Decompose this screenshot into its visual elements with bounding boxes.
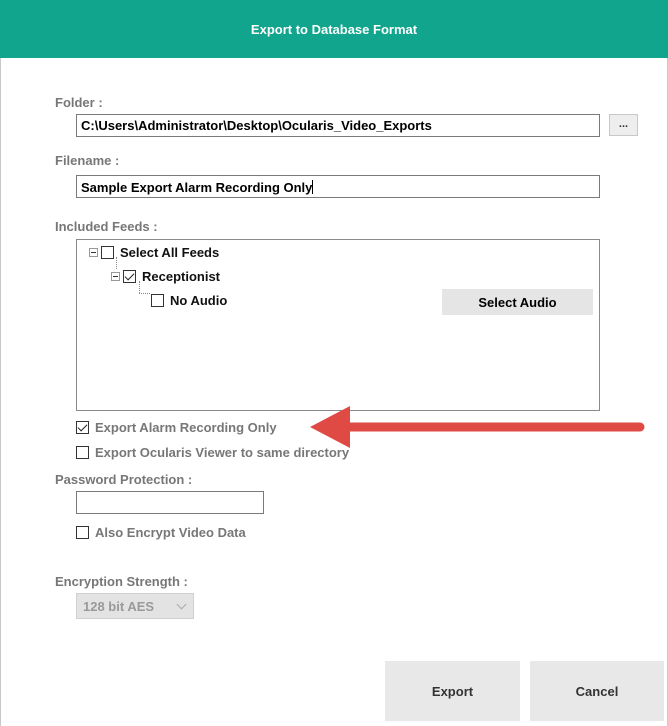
no-audio-label: No Audio (170, 293, 228, 308)
cancel-button[interactable]: Cancel (530, 661, 664, 721)
tree-row-receptionist[interactable]: Receptionist (111, 269, 220, 284)
folder-input[interactable]: C:\Users\Administrator\Desktop\Ocularis_… (76, 114, 600, 137)
title-bar: Export to Database Format (0, 0, 668, 58)
folder-label: Folder : (55, 95, 103, 110)
encrypt-video-label: Also Encrypt Video Data (95, 525, 246, 540)
alarm-only-option[interactable]: Export Alarm Recording Only (76, 420, 277, 435)
encryption-strength-label: Encryption Strength : (55, 574, 188, 589)
collapse-icon[interactable] (111, 272, 120, 281)
select-all-checkbox[interactable] (101, 246, 114, 259)
no-audio-checkbox[interactable] (151, 294, 164, 307)
tree-connector (116, 257, 117, 269)
receptionist-checkbox[interactable] (123, 270, 136, 283)
select-all-label: Select All Feeds (120, 245, 220, 260)
tree-connector (139, 293, 150, 294)
export-button[interactable]: Export (385, 661, 520, 721)
filename-input[interactable]: Sample Export Alarm Recording Only (76, 175, 600, 198)
filename-value: Sample Export Alarm Recording Only (81, 180, 313, 195)
tree-row-no-audio[interactable]: No Audio (151, 293, 227, 308)
chevron-down-icon (176, 599, 187, 610)
browse-button[interactable]: ... (609, 114, 638, 136)
select-audio-button[interactable]: Select Audio (442, 289, 593, 315)
window-title: Export to Database Format (250, 21, 418, 37)
filename-label: Filename : (55, 153, 120, 168)
receptionist-label: Receptionist (142, 269, 221, 284)
collapse-icon[interactable] (89, 248, 98, 257)
encryption-strength-value: 128 bit AES (83, 598, 155, 614)
viewer-option[interactable]: Export Ocularis Viewer to same directory (76, 445, 349, 460)
encrypt-video-option[interactable]: Also Encrypt Video Data (76, 525, 246, 540)
included-feeds-label: Included Feeds : (55, 219, 158, 234)
tree-connector (139, 281, 140, 293)
export-dialog: Folder : C:\Users\Administrator\Desktop\… (0, 58, 668, 726)
password-input[interactable] (76, 491, 264, 514)
viewer-checkbox[interactable] (76, 446, 89, 459)
password-label: Password Protection : (55, 472, 193, 487)
alarm-only-checkbox[interactable] (76, 421, 89, 434)
alarm-only-label: Export Alarm Recording Only (95, 420, 277, 435)
encrypt-video-checkbox[interactable] (76, 526, 89, 539)
feeds-tree[interactable] (76, 239, 600, 411)
viewer-label: Export Ocularis Viewer to same directory (95, 445, 350, 460)
tree-row-select-all[interactable]: Select All Feeds (89, 245, 219, 260)
encryption-strength-select[interactable]: 128 bit AES (76, 593, 194, 619)
